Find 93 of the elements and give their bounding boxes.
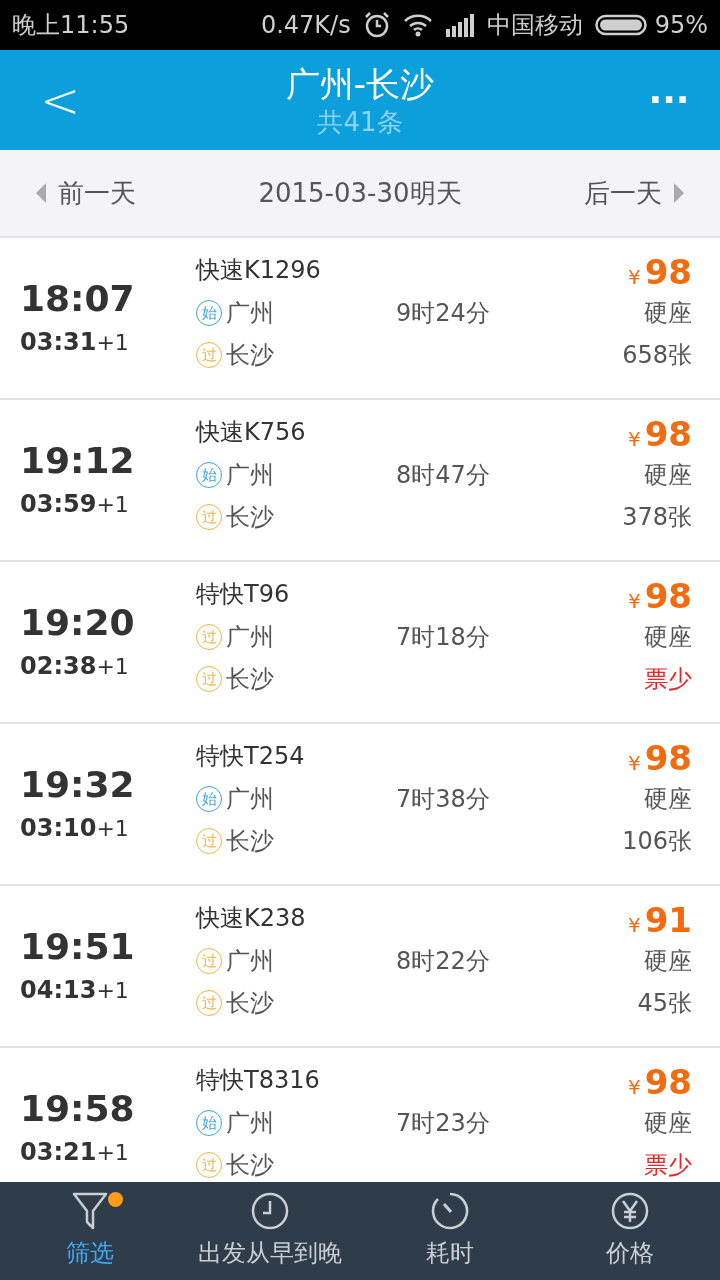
selected-date: 2015-03-30明天 [257,176,463,210]
right-triangle-icon [674,183,684,203]
day-offset: +1 [96,653,129,681]
departure-time: 19:20 [20,601,136,645]
ticket-price: 91 [644,900,692,940]
ticket-price: 98 [644,738,692,778]
ticket-availability: 45张 [637,988,692,1019]
battery-icon [594,13,647,37]
arrival-time: 02:38 [20,651,97,682]
ticket-availability: 378张 [622,502,692,533]
seat-type: 硬座 [644,946,692,977]
station-name: 广州 [226,460,274,491]
bottom-tab[interactable]: 耗时 [360,1182,540,1280]
ticket-price: 98 [644,252,692,292]
station-name: 广州 [226,622,274,653]
station-name: 长沙 [226,826,274,857]
train-number: 特快T8316 [196,1065,321,1096]
train-number: 特快T254 [196,741,306,772]
day-offset: +1 [96,329,129,357]
departure-time: 18:07 [20,277,136,321]
departure-time: 19:58 [20,1087,136,1131]
arrival-time: 03:59 [20,489,97,520]
departure-time: 19:51 [20,925,136,969]
yen-icon [610,1191,650,1231]
currency-sign: ¥ [627,426,641,453]
next-day-button[interactable]: 后一天 [584,173,684,213]
ticket-availability: 票少 [644,1150,692,1181]
station-name: 广州 [226,298,274,329]
bottom-tab[interactable]: 价格 [540,1182,720,1280]
timer-icon [430,1191,470,1231]
seat-type: 硬座 [644,784,692,815]
route-title: 广州-长沙 [285,63,435,106]
arrival-time: 03:10 [20,813,97,844]
station-name: 广州 [226,1108,274,1139]
battery-percent: 95% [654,10,708,41]
network-speed: 0.47K/s [260,10,351,41]
train-row[interactable]: 19:51 04:13+1 快速K238 过 广州 过 长沙 8时22分 ¥91 硬座 45张 [0,886,720,1048]
currency-sign: ¥ [627,588,641,615]
ticket-price: 98 [644,576,692,616]
train-row[interactable]: 19:20 02:38+1 特快T96 过 广州 过 长沙 7时18分 ¥98 硬座 票少 [0,562,720,724]
seat-type: 硬座 [644,460,692,491]
train-number: 快速K756 [196,417,307,448]
train-number: 快速K1296 [196,255,322,286]
result-count: 共41条 [317,106,403,138]
arrival-time: 04:13 [20,975,97,1006]
bottom-tab[interactable]: 出发从早到晚 [180,1182,360,1280]
seat-type: 硬座 [644,1108,692,1139]
arrival-time: 03:21 [20,1137,97,1168]
trip-duration: 8时22分 [396,947,490,975]
carrier-name: 中国移动 [486,10,583,41]
day-offset: +1 [96,977,129,1005]
ticket-price: 98 [644,1062,692,1102]
day-offset: +1 [96,815,129,843]
filter-icon [72,1191,108,1231]
departure-time: 19:32 [20,763,136,807]
station-name: 广州 [226,784,274,815]
day-offset: +1 [96,1139,129,1167]
station-name: 长沙 [226,988,274,1019]
seat-type: 硬座 [644,622,692,653]
trip-duration: 7时23分 [396,1109,490,1137]
day-offset: +1 [96,491,129,519]
seat-type: 硬座 [644,298,692,329]
ticket-availability: 票少 [644,664,692,695]
trip-duration: 9时24分 [396,299,490,327]
ticket-availability: 658张 [622,340,692,371]
train-number: 快速K238 [196,903,307,934]
left-triangle-icon [36,183,46,203]
arrival-time: 03:31 [20,327,97,358]
ticket-price: 98 [644,414,692,454]
trip-duration: 8时47分 [396,461,490,489]
station-name: 长沙 [226,664,274,695]
departure-time: 19:12 [20,439,136,483]
status-time: 晚上11:55 [12,10,130,41]
wifi-icon [402,13,433,37]
signal-icon [444,13,475,37]
currency-sign: ¥ [627,912,641,939]
station-name: 长沙 [226,340,274,371]
station-name: 广州 [226,946,274,977]
trip-duration: 7时18分 [396,623,490,651]
currency-sign: ¥ [627,1074,641,1101]
train-row[interactable]: 19:32 03:10+1 特快T254 始 广州 过 长沙 7时38分 ¥98 硬座 106张 [0,724,720,886]
trip-duration: 7时38分 [396,785,490,813]
clock-icon [250,1191,290,1231]
ticket-availability: 106张 [622,826,692,857]
currency-sign: ¥ [627,750,641,777]
currency-sign: ¥ [627,264,641,291]
train-number: 特快T96 [196,579,291,610]
train-row[interactable]: 18:07 03:31+1 快速K1296 始 广州 过 长沙 9时24分 ¥98 硬座 658张 [0,238,720,400]
bottom-tab[interactable]: 筛选 [0,1182,180,1280]
train-row[interactable]: 19:12 03:59+1 快速K756 始 广州 过 长沙 8时47分 ¥98 硬座 378张 [0,400,720,562]
station-name: 长沙 [226,502,274,533]
station-name: 长沙 [226,1150,274,1181]
previous-day-button[interactable]: 前一天 [36,173,136,213]
